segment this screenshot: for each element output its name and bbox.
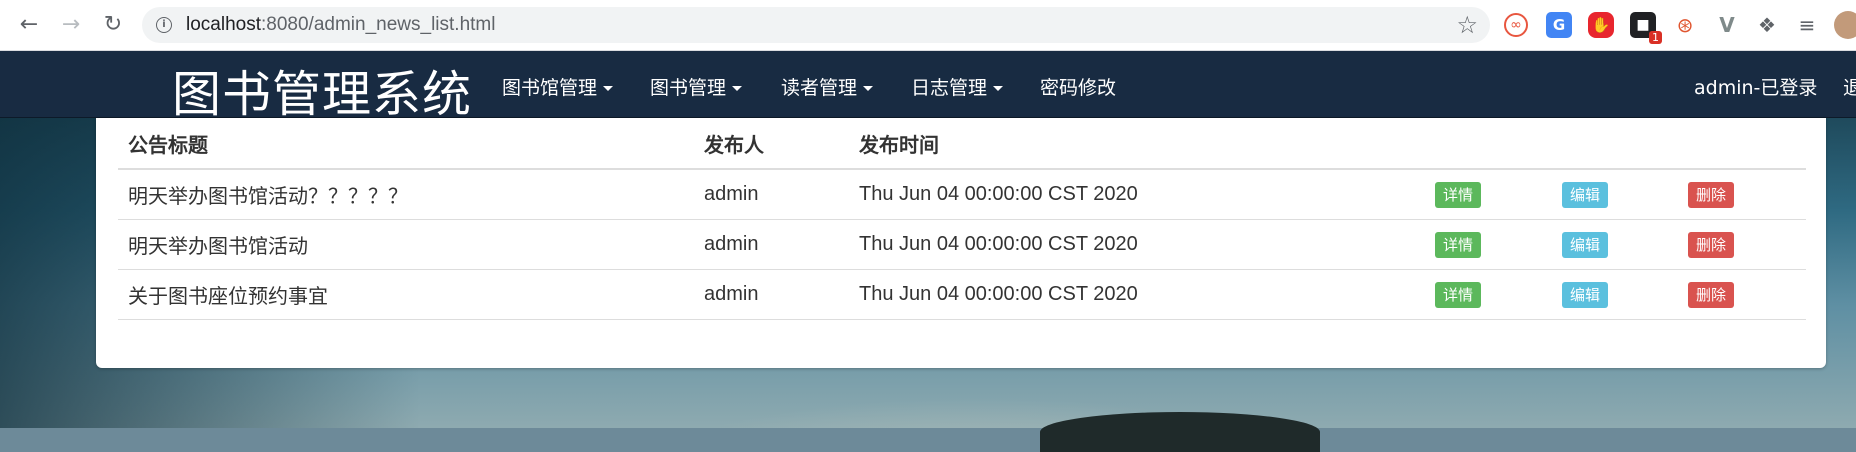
menu-change-password[interactable]: 密码修改 <box>1040 73 1116 100</box>
table-row: 关于图书座位预约事宜 admin Thu Jun 04 00:00:00 CST… <box>118 269 1806 320</box>
edit-button[interactable]: 编辑 <box>1562 282 1609 308</box>
edit-cell: 编辑 <box>1552 169 1678 220</box>
reload-icon[interactable]: ↻ <box>98 10 128 40</box>
menu-label: 读者管理 <box>781 77 858 99</box>
delete-cell: 删除 <box>1678 269 1806 320</box>
detail-button[interactable]: 详情 <box>1435 232 1482 258</box>
back-arrow-icon[interactable]: ← <box>14 10 44 40</box>
menu-label: 日志管理 <box>911 77 988 99</box>
column-header-empty <box>1678 118 1806 170</box>
news-time-cell: Thu Jun 04 00:00:00 CST 2020 <box>849 219 1425 270</box>
menu-label: 图书馆管理 <box>502 77 598 99</box>
news-title-cell: 关于图书座位预约事宜 <box>118 269 694 320</box>
news-table: 公告标题 发布人 发布时间 明天举办图书馆活动？？？？？ admin Thu J… <box>118 118 1806 320</box>
forward-arrow-icon[interactable]: → <box>56 10 86 40</box>
network-extension-icon[interactable]: ⊛ <box>1672 12 1698 38</box>
site-info-icon[interactable]: i <box>156 17 172 33</box>
column-header-time: 发布时间 <box>849 118 1425 170</box>
top-navbar: 图书管理系统 图书馆管理 图书管理 读者管理 日志管理 密码修改 admin-已… <box>0 51 1856 123</box>
menu-label: 密码修改 <box>1040 77 1117 99</box>
caret-down-icon <box>863 86 874 91</box>
menu-reader-management[interactable]: 读者管理 <box>781 73 874 100</box>
news-list-panel: 公告标题 发布人 发布时间 明天举办图书馆活动？？？？？ admin Thu J… <box>96 118 1826 368</box>
adblock-stop-icon[interactable]: ✋ <box>1588 12 1614 38</box>
edit-button[interactable]: 编辑 <box>1562 232 1609 258</box>
menu-book-management[interactable]: 图书管理 <box>650 73 743 100</box>
reading-list-icon[interactable]: ≡ <box>1794 12 1820 38</box>
delete-button[interactable]: 删除 <box>1688 282 1735 308</box>
table-row: 明天举办图书馆活动 admin Thu Jun 04 00:00:00 CST … <box>118 219 1806 270</box>
news-time-cell: Thu Jun 04 00:00:00 CST 2020 <box>849 169 1425 220</box>
infinity-extension-icon[interactable]: ∞ <box>1504 13 1528 37</box>
edit-button[interactable]: 编辑 <box>1562 182 1609 208</box>
puzzle-extensions-icon[interactable]: ❖ <box>1754 12 1780 38</box>
profile-avatar-icon[interactable] <box>1834 11 1856 39</box>
user-login-status[interactable]: admin-已登录 <box>1694 73 1817 100</box>
edit-cell: 编辑 <box>1552 219 1678 270</box>
caret-down-icon <box>732 86 743 91</box>
vue-devtools-icon[interactable]: V <box>1714 12 1740 38</box>
caret-down-icon <box>603 86 614 91</box>
url-text[interactable]: localhost:8080/admin_news_list.html <box>186 14 495 36</box>
detail-button[interactable]: 详情 <box>1435 282 1482 308</box>
news-author-cell: admin <box>694 269 849 320</box>
notification-badge: 1 <box>1649 31 1662 44</box>
brand-title[interactable]: 图书管理系统 <box>172 55 472 126</box>
bookmark-star-icon[interactable]: ☆ <box>1456 11 1478 39</box>
news-title-cell: 明天举办图书馆活动 <box>118 219 694 270</box>
menu-log-management[interactable]: 日志管理 <box>911 73 1004 100</box>
edit-cell: 编辑 <box>1552 269 1678 320</box>
detail-cell: 详情 <box>1425 219 1552 270</box>
table-row: 明天举办图书馆活动？？？？？ admin Thu Jun 04 00:00:00… <box>118 169 1806 220</box>
delete-cell: 删除 <box>1678 169 1806 220</box>
column-header-author: 发布人 <box>694 118 849 170</box>
caret-down-icon <box>993 86 1004 91</box>
table-header-row: 公告标题 发布人 发布时间 <box>118 118 1806 170</box>
background-hill <box>1040 412 1320 452</box>
news-title-cell: 明天举办图书馆活动？？？？？ <box>118 169 694 220</box>
detail-button[interactable]: 详情 <box>1435 182 1482 208</box>
column-header-title: 公告标题 <box>118 118 694 170</box>
news-author-cell: admin <box>694 169 849 220</box>
column-header-empty <box>1425 118 1552 170</box>
detail-cell: 详情 <box>1425 269 1552 320</box>
delete-button[interactable]: 删除 <box>1688 232 1735 258</box>
delete-cell: 删除 <box>1678 219 1806 270</box>
column-header-empty <box>1552 118 1678 170</box>
news-time-cell: Thu Jun 04 00:00:00 CST 2020 <box>849 269 1425 320</box>
url-host: localhost <box>186 14 261 35</box>
url-path: :8080/admin_news_list.html <box>261 14 496 35</box>
menu-library-management[interactable]: 图书馆管理 <box>502 73 614 100</box>
notification-extension-icon[interactable]: ■ 1 <box>1630 12 1662 44</box>
browser-toolbar: ← → ↻ i localhost:8080/admin_news_list.h… <box>0 0 1856 51</box>
delete-button[interactable]: 删除 <box>1688 182 1735 208</box>
detail-cell: 详情 <box>1425 169 1552 220</box>
news-author-cell: admin <box>694 219 849 270</box>
google-translate-icon[interactable]: G <box>1546 12 1572 38</box>
menu-label: 图书管理 <box>650 77 727 99</box>
address-bar[interactable]: i localhost:8080/admin_news_list.html ☆ <box>142 7 1490 43</box>
logout-link[interactable]: 退 <box>1843 73 1856 100</box>
